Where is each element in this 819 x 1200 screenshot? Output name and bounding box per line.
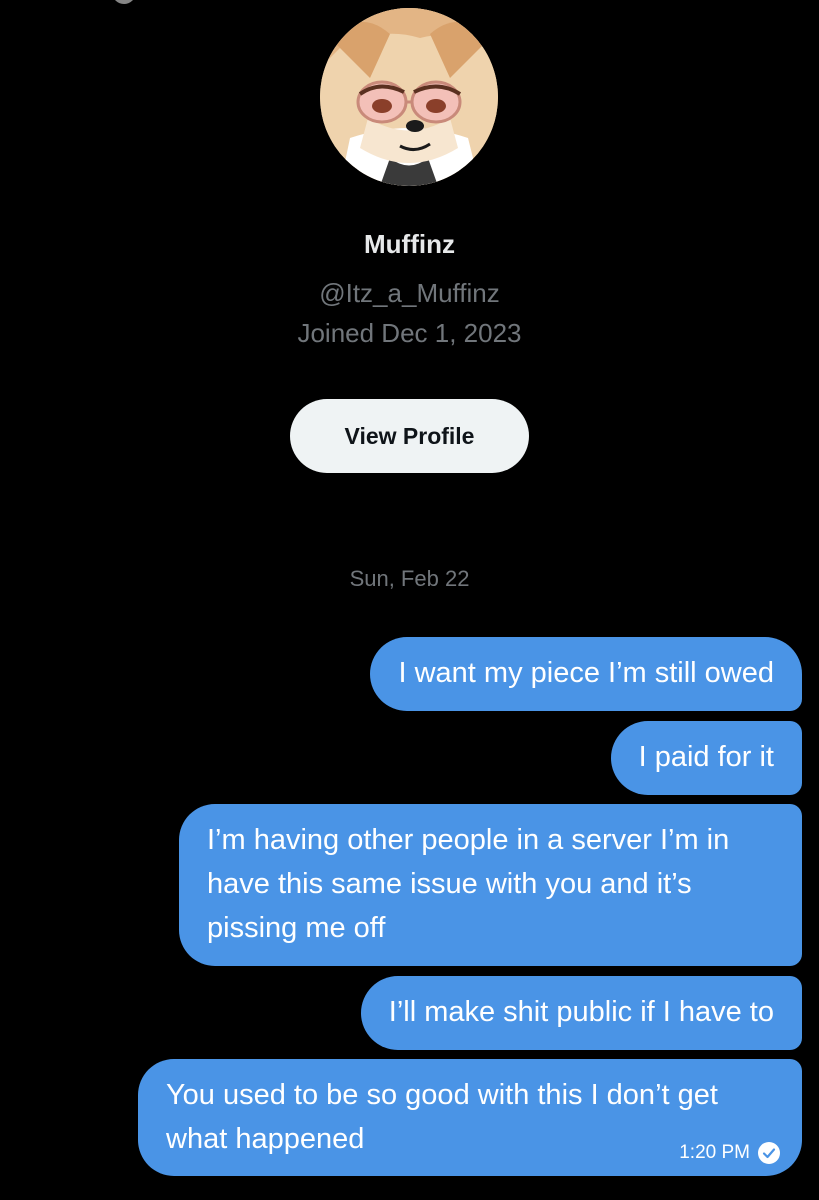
message-text: I’m having other people in a server I’m … bbox=[207, 824, 730, 944]
message-bubble-sent[interactable]: I paid for it bbox=[610, 721, 802, 795]
date-separator: Sun, Feb 22 bbox=[349, 566, 470, 591]
view-profile-button[interactable]: View Profile bbox=[290, 399, 529, 473]
profile-card: Muffinz @Itz_a_Muffinz Joined Dec 1, 202… bbox=[0, 0, 819, 520]
message-timestamp: 1:20 PM bbox=[679, 1142, 750, 1163]
avatar-illustration bbox=[320, 8, 498, 186]
message-bubble-sent[interactable]: I’ll make shit public if I have to bbox=[360, 976, 802, 1050]
display-name: Muffinz bbox=[364, 229, 455, 259]
message-bubble-sent[interactable]: I want my piece I’m still owed bbox=[370, 637, 802, 711]
avatar[interactable] bbox=[320, 8, 498, 186]
joined-date: Joined Dec 1, 2023 bbox=[297, 318, 522, 348]
message-bubble-sent[interactable]: I’m having other people in a server I’m … bbox=[179, 804, 802, 966]
username-handle: @Itz_a_Muffinz bbox=[319, 278, 500, 308]
message-text: I’ll make shit public if I have to bbox=[388, 996, 774, 1028]
message-text: I paid for it bbox=[638, 741, 774, 773]
message-meta: 1:20 PM bbox=[679, 1142, 780, 1164]
read-check-icon bbox=[758, 1142, 780, 1164]
message-bubble-sent[interactable]: You used to be so good with this I don’t… bbox=[138, 1059, 802, 1176]
message-text: I want my piece I’m still owed bbox=[398, 657, 774, 689]
